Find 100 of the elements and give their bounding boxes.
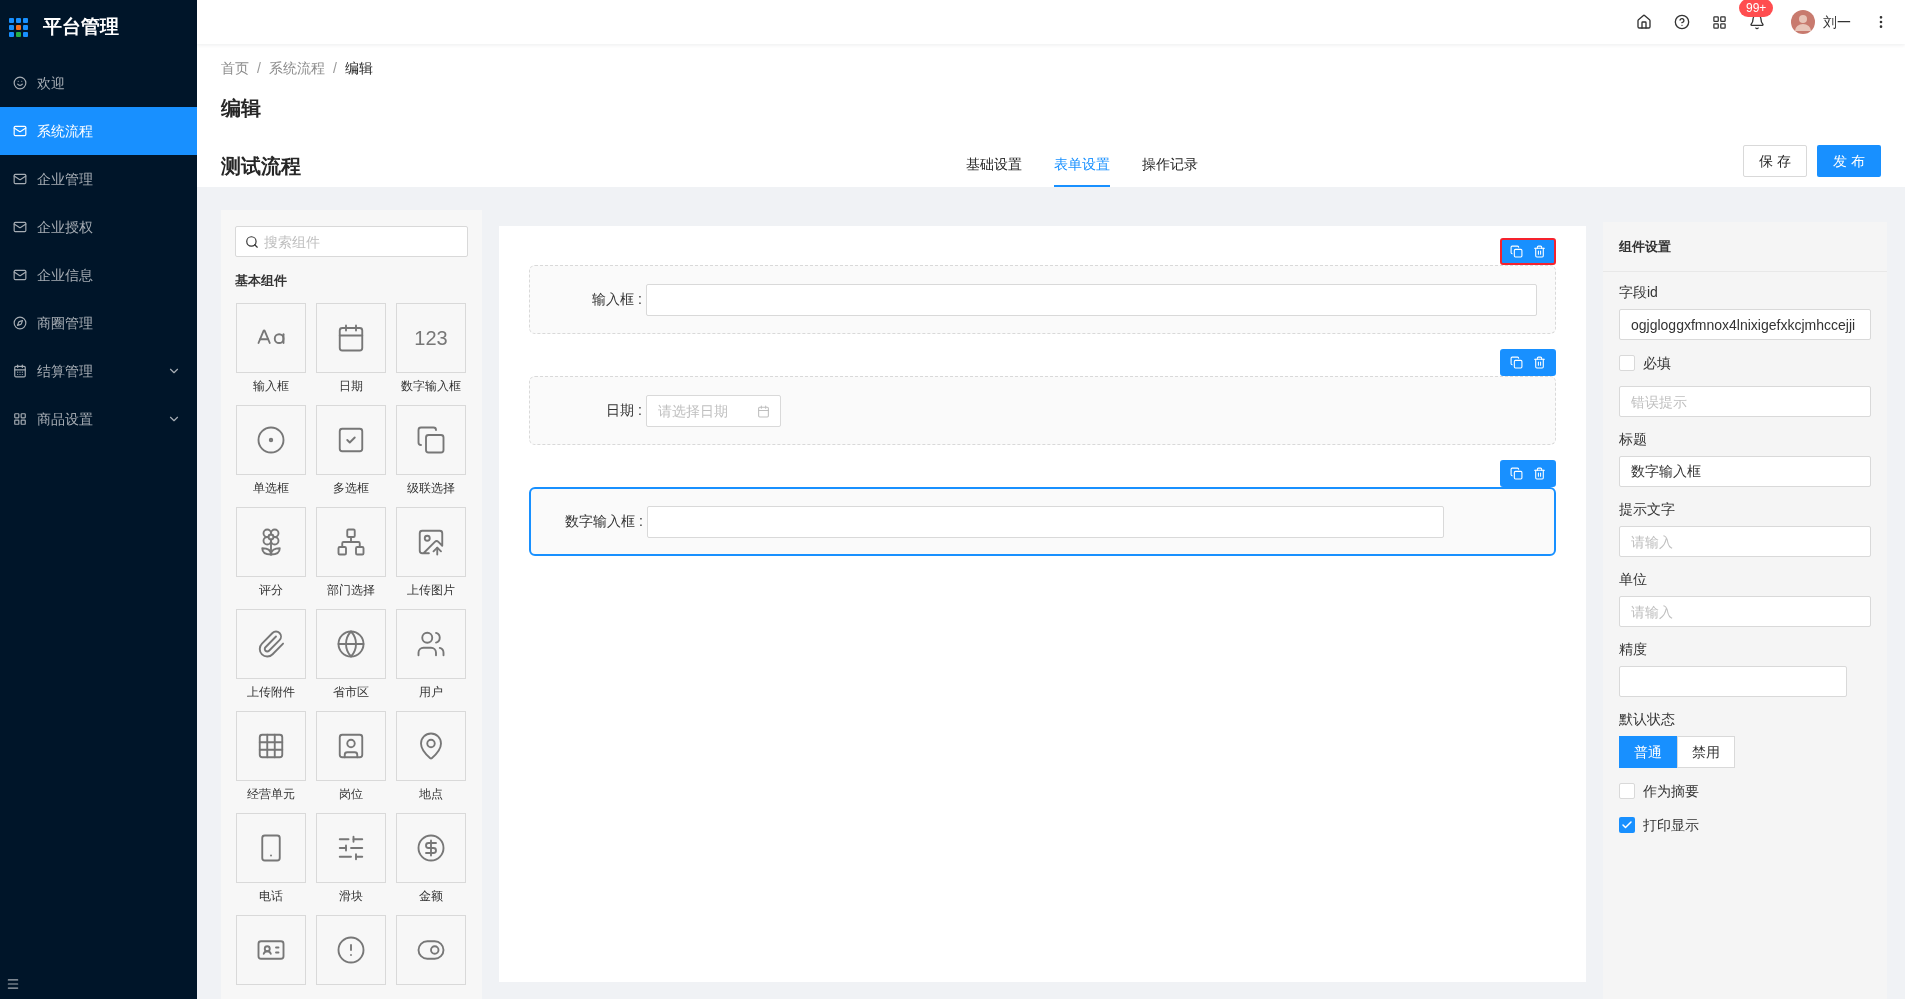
setting-label: 默认状态 [1619,710,1676,729]
alert-icon [336,934,366,965]
component-label: 上传附件 [247,683,295,701]
component-label: 岗位 [339,785,363,803]
component-label: 多选框 [333,479,369,497]
sidebar-item[interactable]: 结算管理 [0,347,197,395]
component-label: 省市区 [333,683,369,701]
component-tile[interactable] [236,302,306,373]
checkbox-label: 打印显示 [1643,815,1699,835]
breadcrumb-item: 编辑 [344,59,373,78]
home-icon[interactable] [1636,14,1652,30]
form-field-card[interactable]: 输入框 : [529,265,1556,334]
field-label: 日期 : [605,401,643,420]
page-title: 编辑 [221,96,262,121]
setting-label: 字段id [1619,283,1659,302]
component-tile[interactable] [236,812,306,883]
copy-icon[interactable] [1510,356,1523,369]
component-tile[interactable] [236,710,306,781]
setting-input[interactable]: 请输入 [1619,526,1871,557]
component-tile[interactable] [396,914,466,985]
component-tile[interactable] [396,710,466,781]
component-label: 输入框 [253,377,289,395]
mail-icon [13,268,27,282]
search-field[interactable]: 搜索组件 [235,226,468,257]
setting-label: 提示文字 [1619,500,1676,519]
component-label: 级联选择 [407,479,455,497]
component-tile[interactable] [316,812,386,883]
component-tile[interactable] [396,404,466,475]
component-tile[interactable] [316,404,386,475]
apps-icon[interactable] [1712,14,1727,30]
calendar-icon [13,364,27,378]
org-chart-icon [336,526,366,557]
save-button[interactable]: 保 存 [1743,145,1807,177]
tab[interactable]: 操作记录 [1142,154,1198,187]
setting-input[interactable]: 数字输入框 [1619,456,1871,487]
component-tile[interactable] [236,608,306,679]
copy-icon[interactable] [1510,245,1523,258]
component-tile[interactable] [316,506,386,577]
date-picker[interactable]: 请选择日期 [646,394,781,427]
delete-icon[interactable] [1533,356,1546,369]
app-title: 平台管理 [43,15,119,40]
flow-name: 测试流程 [221,154,302,179]
sidebar-item[interactable]: 企业管理 [0,155,197,203]
help-icon[interactable] [1674,14,1690,30]
component-tile[interactable] [236,404,306,475]
breadcrumb-item[interactable]: 首页 [221,58,249,79]
component-tile[interactable] [396,506,466,577]
tab[interactable]: 基础设置 [966,154,1022,187]
setting-label: 标题 [1619,430,1648,449]
search-icon [245,235,259,249]
setting-input[interactable]: 请输入 [1619,596,1871,627]
delete-icon[interactable] [1533,467,1546,480]
delete-icon[interactable] [1533,245,1546,258]
component-tile[interactable] [236,506,306,577]
component-label: 金额 [419,887,443,905]
user-name[interactable]: 刘一 [1823,11,1851,33]
component-label: 电话 [259,887,283,905]
notification-icon[interactable] [1749,14,1765,30]
smile-icon [13,76,27,90]
component-label: 地点 [419,785,443,803]
notification-badge: 99+ [1739,0,1774,17]
copy-icon[interactable] [1510,467,1523,480]
number-input[interactable] [647,505,1444,538]
sidebar-item[interactable]: 商品设置 [0,395,197,443]
checkbox[interactable] [1619,783,1635,799]
component-tile[interactable] [316,710,386,781]
form-field-card[interactable]: 日期 : 请选择日期 [529,376,1556,445]
text-input[interactable] [646,283,1537,316]
setting-input[interactable]: ogjgloggxfmnox4lnixigefxkcjmhccejji [1619,309,1871,340]
setting-input[interactable]: 错误提示 [1619,386,1871,417]
component-tile[interactable] [316,302,386,373]
component-tile[interactable] [396,812,466,883]
sidebar-item[interactable]: 商圈管理 [0,299,197,347]
setting-label: 精度 [1619,640,1648,659]
component-tile[interactable] [236,914,306,985]
checkbox[interactable] [1619,817,1635,833]
form-field-card[interactable]: 数字输入框 : [529,487,1556,556]
app-logo-icon [9,17,29,38]
coin-icon [416,832,446,863]
field-label: 数字输入框 : [564,512,644,531]
segment-option[interactable]: 禁用 [1677,736,1735,768]
checkbox[interactable] [1619,355,1635,371]
component-label: 经营单元 [247,785,295,803]
breadcrumb-item[interactable]: 系统流程 [268,58,325,79]
calendar-icon [336,322,366,353]
cascade-icon [416,424,446,455]
component-label: 评分 [259,581,283,599]
component-tile[interactable] [316,914,386,985]
component-tile[interactable]: 123 [396,302,466,373]
checkbox-label: 作为摘要 [1643,781,1699,801]
user-avatar[interactable] [1791,10,1815,34]
component-tile[interactable] [396,608,466,679]
sidebar-item[interactable]: 企业授权 [0,203,197,251]
sidebar-item[interactable]: 欢迎 [0,59,197,107]
sidebar-item[interactable]: 企业信息 [0,251,197,299]
menu-fold-icon[interactable] [6,977,20,991]
calendar-icon [757,404,770,418]
component-tile[interactable] [316,608,386,679]
mail-icon [13,220,27,234]
number-input[interactable] [1619,666,1847,697]
